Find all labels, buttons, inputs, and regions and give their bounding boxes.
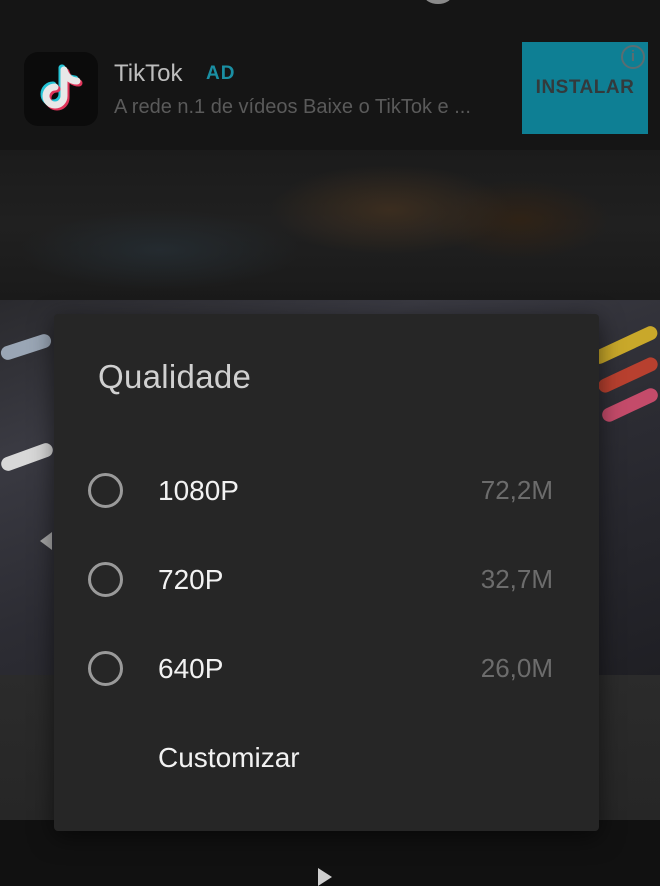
preview-decoration xyxy=(0,332,53,362)
radio-button[interactable] xyxy=(88,473,123,508)
quality-option-640p[interactable]: 640P 26,0M xyxy=(54,629,599,709)
play-icon[interactable] xyxy=(318,868,332,886)
ad-badge: AD xyxy=(206,63,236,84)
install-button-label: INSTALAR xyxy=(535,77,635,98)
info-icon[interactable]: i xyxy=(621,45,645,69)
quality-option-720p[interactable]: 720P 32,7M xyxy=(54,540,599,620)
customize-label: Customizar xyxy=(158,742,300,773)
dialog-title: Qualidade xyxy=(98,358,252,395)
ad-banner[interactable]: TikTok AD A rede n.1 de vídeos Baixe o T… xyxy=(0,0,660,150)
quality-option-label: 640P xyxy=(158,653,224,684)
preview-decoration xyxy=(0,441,55,473)
quality-option-1080p[interactable]: 1080P 72,2M xyxy=(54,451,599,531)
tiktok-logo-icon[interactable] xyxy=(24,52,98,126)
ad-app-name[interactable]: TikTok xyxy=(114,60,182,88)
scroll-handle-icon xyxy=(424,0,452,4)
chevron-left-icon[interactable] xyxy=(40,532,52,550)
radio-button[interactable] xyxy=(88,562,123,597)
ad-description[interactable]: A rede n.1 de vídeos Baixe o TikTok e ..… xyxy=(114,96,506,119)
radio-button[interactable] xyxy=(88,651,123,686)
quality-option-size: 32,7M xyxy=(480,564,553,594)
customize-option[interactable]: Customizar xyxy=(54,718,599,798)
quality-option-label: 1080P xyxy=(158,475,239,506)
quality-option-size: 72,2M xyxy=(480,475,553,505)
quality-option-size: 26,0M xyxy=(480,653,553,683)
quality-option-label: 720P xyxy=(158,564,224,595)
video-thumbnail-blurred xyxy=(0,150,660,300)
quality-dialog: Qualidade 1080P 72,2M 720P 32,7M 640P 26… xyxy=(54,314,599,831)
preview-decoration xyxy=(599,385,660,425)
